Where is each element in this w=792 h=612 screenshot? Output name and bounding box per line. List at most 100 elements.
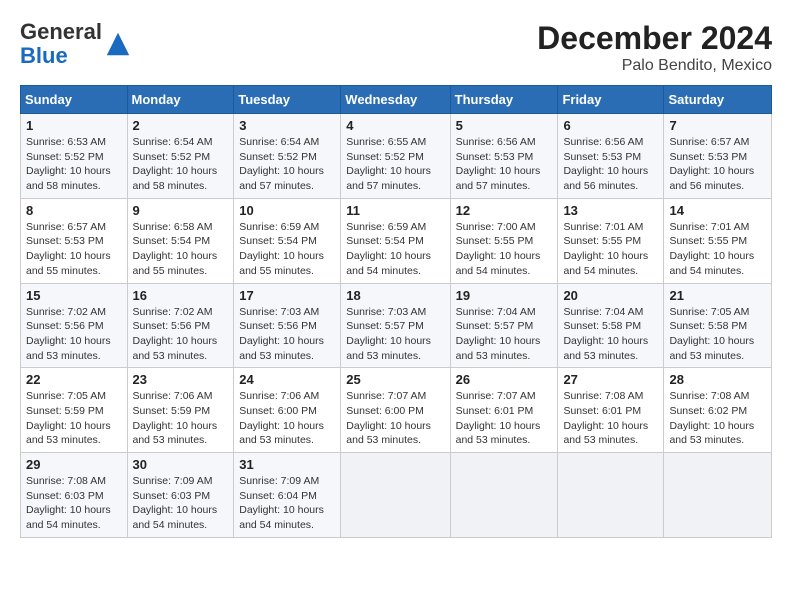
- day-number: 12: [456, 203, 553, 218]
- calendar-cell: 14 Sunrise: 7:01 AMSunset: 5:55 PMDayligh…: [664, 198, 772, 283]
- day-number: 11: [346, 203, 444, 218]
- logo: General Blue: [20, 20, 132, 68]
- day-info: Sunrise: 6:56 AMSunset: 5:53 PMDaylight:…: [456, 135, 553, 194]
- calendar-cell: 31 Sunrise: 7:09 AMSunset: 6:04 PMDayligh…: [234, 453, 341, 538]
- day-number: 15: [26, 288, 122, 303]
- day-number: 14: [669, 203, 766, 218]
- calendar-cell: [450, 453, 558, 538]
- weekday-header: Monday: [127, 86, 234, 114]
- calendar-cell: 12 Sunrise: 7:00 AMSunset: 5:55 PMDayligh…: [450, 198, 558, 283]
- calendar-cell: 13Sunrise: 7:01 AMSunset: 5:55 PMDayligh…: [558, 198, 664, 283]
- day-number: 10: [239, 203, 335, 218]
- calendar-week-row: 8Sunrise: 6:57 AMSunset: 5:53 PMDaylight…: [21, 198, 772, 283]
- calendar-table: SundayMondayTuesdayWednesdayThursdayFrid…: [20, 85, 772, 538]
- calendar-cell: 4 Sunrise: 6:55 AMSunset: 5:52 PMDaylight…: [341, 114, 450, 199]
- calendar-cell: 16 Sunrise: 7:02 AMSunset: 5:56 PMDayligh…: [127, 283, 234, 368]
- day-number: 6: [563, 118, 658, 133]
- day-info: Sunrise: 7:08 AMSunset: 6:03 PMDaylight:…: [26, 474, 122, 533]
- calendar-cell: 18Sunrise: 7:03 AMSunset: 5:57 PMDayligh…: [341, 283, 450, 368]
- calendar-cell: 9Sunrise: 6:58 AMSunset: 5:54 PMDaylight…: [127, 198, 234, 283]
- day-number: 28: [669, 372, 766, 387]
- calendar-cell: 20 Sunrise: 7:04 AMSunset: 5:58 PMDayligh…: [558, 283, 664, 368]
- calendar-header: SundayMondayTuesdayWednesdayThursdayFrid…: [21, 86, 772, 114]
- day-number: 30: [133, 457, 229, 472]
- day-info: Sunrise: 6:59 AMSunset: 5:54 PMDaylight:…: [346, 220, 444, 279]
- day-number: 9: [133, 203, 229, 218]
- calendar-cell: 21Sunrise: 7:05 AMSunset: 5:58 PMDayligh…: [664, 283, 772, 368]
- day-info: Sunrise: 6:57 AMSunset: 5:53 PMDaylight:…: [669, 135, 766, 194]
- page-title: December 2024: [537, 20, 772, 57]
- calendar-cell: 23 Sunrise: 7:06 AMSunset: 5:59 PMDayligh…: [127, 368, 234, 453]
- weekday-header: Friday: [558, 86, 664, 114]
- day-info: Sunrise: 7:08 AMSunset: 6:01 PMDaylight:…: [563, 389, 658, 448]
- weekday-header: Thursday: [450, 86, 558, 114]
- logo-blue: Blue: [20, 44, 102, 68]
- calendar-week-row: 15 Sunrise: 7:02 AMSunset: 5:56 PMDayligh…: [21, 283, 772, 368]
- day-number: 3: [239, 118, 335, 133]
- title-block: December 2024 Palo Bendito, Mexico: [537, 20, 772, 75]
- calendar-cell: 7Sunrise: 6:57 AMSunset: 5:53 PMDaylight…: [664, 114, 772, 199]
- day-number: 24: [239, 372, 335, 387]
- calendar-cell: 25 Sunrise: 7:07 AMSunset: 6:00 PMDayligh…: [341, 368, 450, 453]
- day-number: 27: [563, 372, 658, 387]
- calendar-cell: 24 Sunrise: 7:06 AMSunset: 6:00 PMDayligh…: [234, 368, 341, 453]
- day-info: Sunrise: 7:03 AMSunset: 5:57 PMDaylight:…: [346, 305, 444, 364]
- day-info: Sunrise: 6:55 AMSunset: 5:52 PMDaylight:…: [346, 135, 444, 194]
- logo-icon: [104, 30, 132, 58]
- day-number: 22: [26, 372, 122, 387]
- day-number: 23: [133, 372, 229, 387]
- calendar-cell: 6 Sunrise: 6:56 AMSunset: 5:53 PMDaylight…: [558, 114, 664, 199]
- day-info: Sunrise: 7:04 AMSunset: 5:57 PMDaylight:…: [456, 305, 553, 364]
- day-info: Sunrise: 7:04 AMSunset: 5:58 PMDaylight:…: [563, 305, 658, 364]
- page-subtitle: Palo Bendito, Mexico: [537, 57, 772, 75]
- day-info: Sunrise: 7:01 AMSunset: 5:55 PMDaylight:…: [669, 220, 766, 279]
- day-info: Sunrise: 6:54 AMSunset: 5:52 PMDaylight:…: [239, 135, 335, 194]
- day-info: Sunrise: 7:06 AMSunset: 6:00 PMDaylight:…: [239, 389, 335, 448]
- day-info: Sunrise: 7:07 AMSunset: 6:00 PMDaylight:…: [346, 389, 444, 448]
- day-number: 31: [239, 457, 335, 472]
- logo-text: General Blue: [20, 20, 102, 68]
- calendar-cell: 28 Sunrise: 7:08 AMSunset: 6:02 PMDayligh…: [664, 368, 772, 453]
- calendar-body: 1Sunrise: 6:53 AMSunset: 5:52 PMDaylight…: [21, 114, 772, 538]
- day-number: 1: [26, 118, 122, 133]
- day-info: Sunrise: 6:59 AMSunset: 5:54 PMDaylight:…: [239, 220, 335, 279]
- day-number: 2: [133, 118, 229, 133]
- calendar-cell: 11 Sunrise: 6:59 AMSunset: 5:54 PMDayligh…: [341, 198, 450, 283]
- weekday-header: Sunday: [21, 86, 128, 114]
- day-info: Sunrise: 7:09 AMSunset: 6:03 PMDaylight:…: [133, 474, 229, 533]
- day-info: Sunrise: 6:56 AMSunset: 5:53 PMDaylight:…: [563, 135, 658, 194]
- weekday-header: Saturday: [664, 86, 772, 114]
- day-number: 4: [346, 118, 444, 133]
- day-number: 21: [669, 288, 766, 303]
- day-info: Sunrise: 7:08 AMSunset: 6:02 PMDaylight:…: [669, 389, 766, 448]
- day-info: Sunrise: 7:00 AMSunset: 5:55 PMDaylight:…: [456, 220, 553, 279]
- day-number: 26: [456, 372, 553, 387]
- calendar-cell: [664, 453, 772, 538]
- calendar-cell: 2Sunrise: 6:54 AMSunset: 5:52 PMDaylight…: [127, 114, 234, 199]
- calendar-cell: 27 Sunrise: 7:08 AMSunset: 6:01 PMDayligh…: [558, 368, 664, 453]
- day-info: Sunrise: 7:02 AMSunset: 5:56 PMDaylight:…: [133, 305, 229, 364]
- day-info: Sunrise: 7:07 AMSunset: 6:01 PMDaylight:…: [456, 389, 553, 448]
- day-number: 5: [456, 118, 553, 133]
- day-number: 13: [563, 203, 658, 218]
- calendar-week-row: 29 Sunrise: 7:08 AMSunset: 6:03 PMDayligh…: [21, 453, 772, 538]
- day-info: Sunrise: 7:09 AMSunset: 6:04 PMDaylight:…: [239, 474, 335, 533]
- calendar-week-row: 22Sunrise: 7:05 AMSunset: 5:59 PMDayligh…: [21, 368, 772, 453]
- calendar-cell: 8Sunrise: 6:57 AMSunset: 5:53 PMDaylight…: [21, 198, 128, 283]
- calendar-cell: 10 Sunrise: 6:59 AMSunset: 5:54 PMDayligh…: [234, 198, 341, 283]
- day-info: Sunrise: 6:57 AMSunset: 5:53 PMDaylight:…: [26, 220, 122, 279]
- calendar-cell: 3 Sunrise: 6:54 AMSunset: 5:52 PMDaylight…: [234, 114, 341, 199]
- day-number: 25: [346, 372, 444, 387]
- calendar-cell: 26 Sunrise: 7:07 AMSunset: 6:01 PMDayligh…: [450, 368, 558, 453]
- calendar-cell: 30 Sunrise: 7:09 AMSunset: 6:03 PMDayligh…: [127, 453, 234, 538]
- day-number: 16: [133, 288, 229, 303]
- calendar-cell: 17Sunrise: 7:03 AMSunset: 5:56 PMDayligh…: [234, 283, 341, 368]
- calendar-cell: [341, 453, 450, 538]
- day-info: Sunrise: 7:06 AMSunset: 5:59 PMDaylight:…: [133, 389, 229, 448]
- day-number: 29: [26, 457, 122, 472]
- calendar-cell: [558, 453, 664, 538]
- weekday-header: Tuesday: [234, 86, 341, 114]
- calendar-cell: 1Sunrise: 6:53 AMSunset: 5:52 PMDaylight…: [21, 114, 128, 199]
- day-number: 20: [563, 288, 658, 303]
- calendar-cell: 29 Sunrise: 7:08 AMSunset: 6:03 PMDayligh…: [21, 453, 128, 538]
